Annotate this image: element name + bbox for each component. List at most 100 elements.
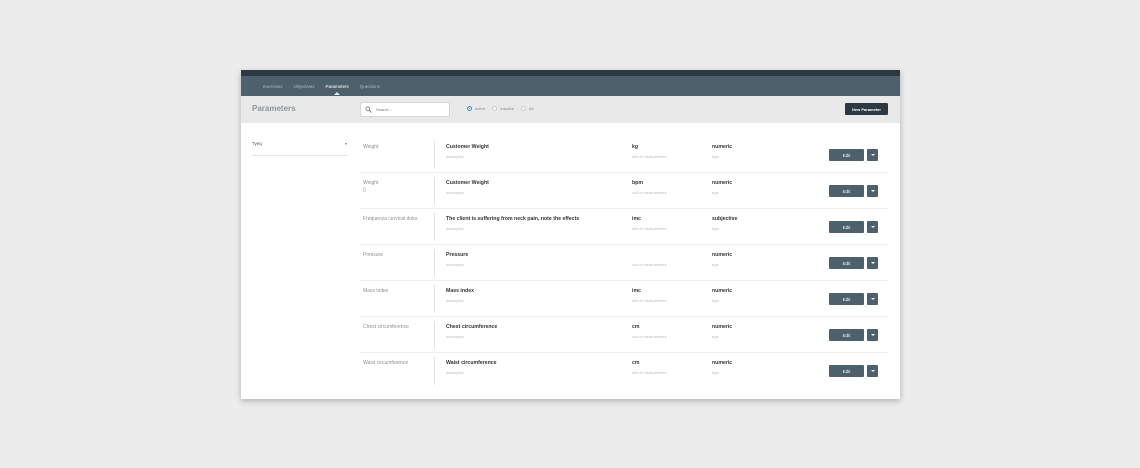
- type-filter-select[interactable]: Tyeq ▾: [252, 137, 347, 156]
- radio-active[interactable]: active: [467, 106, 485, 111]
- unit-caption: unit of measurement: [632, 299, 667, 303]
- parameter-unit: kg: [632, 144, 639, 150]
- radio-all[interactable]: All: [521, 106, 533, 111]
- parameter-description: description: [446, 299, 465, 303]
- parameter-unit: imc: [632, 216, 641, 222]
- parameter-label: Mass index: [446, 288, 474, 294]
- toolbar: Parameters active inactive All New Param…: [241, 96, 900, 123]
- parameter-description: description: [446, 371, 465, 375]
- parameter-description: description: [446, 335, 465, 339]
- parameter-type: numeric: [712, 252, 733, 258]
- app-window: Exercises Objectives Parameters Question…: [241, 70, 900, 399]
- type-caption: type: [712, 227, 720, 231]
- divider: [434, 357, 435, 385]
- type-caption: type: [712, 155, 720, 159]
- caret-down-icon: [870, 262, 875, 264]
- parameter-description: description: [446, 227, 465, 231]
- parameter-label: Pressure: [446, 252, 469, 258]
- filter-label: Tyeq: [252, 141, 262, 146]
- parameter-name: Weight: [363, 144, 379, 150]
- nav-tab-questions[interactable]: Questions: [360, 84, 380, 89]
- parameter-type: subjective: [712, 216, 738, 222]
- nav-tab-parameters[interactable]: Parameters: [326, 84, 349, 95]
- radio-dot: [521, 106, 527, 111]
- radio-dot: [467, 106, 472, 111]
- divider: [434, 141, 435, 169]
- parameter-name: Mass index: [363, 288, 389, 294]
- parameter-label: Waist circumference: [446, 360, 497, 366]
- unit-caption: unit of measurement: [632, 155, 667, 159]
- parameter-type: numeric: [712, 360, 733, 366]
- main-content: Tyeq ▾ Weight Customer Weight description k…: [241, 123, 900, 399]
- parameter-row: Waist circumference Waist circumference de…: [360, 353, 889, 389]
- caret-down-icon: [870, 298, 875, 300]
- search-box[interactable]: [360, 102, 450, 117]
- edit-button[interactable]: Edit: [829, 293, 864, 305]
- caret-down-icon: [870, 334, 875, 336]
- parameter-row: Pressure Pressure description unit of measu…: [360, 245, 889, 281]
- parameter-unit: cm: [632, 360, 640, 366]
- parameter-name: Chest circumference: [363, 324, 409, 330]
- parameter-type: numeric: [712, 324, 733, 330]
- radio-label: inactive: [500, 106, 515, 111]
- chevron-down-icon: ▾: [344, 141, 347, 146]
- main-nav: Exercises Objectives Parameters Question…: [241, 76, 900, 96]
- parameter-description: description: [446, 155, 465, 159]
- parameter-row: Mass index Mass index description imc unit o…: [360, 281, 889, 317]
- parameter-type: numeric: [712, 180, 733, 186]
- parameter-label: Customer Weight: [446, 144, 489, 150]
- parameter-unit: bpm: [632, 180, 643, 186]
- edit-button[interactable]: Edit: [829, 185, 864, 197]
- divider: [434, 321, 435, 349]
- dropdown-toggle-button[interactable]: [867, 185, 878, 197]
- edit-button[interactable]: Edit: [829, 149, 864, 161]
- edit-button[interactable]: Edit: [829, 257, 864, 269]
- unit-caption: unit of measurement: [632, 335, 667, 339]
- nav-tab-objectives[interactable]: Objectives: [294, 84, 315, 89]
- parameter-name: Pressure: [363, 252, 384, 258]
- parameter-name: Weight: [363, 180, 379, 186]
- parameter-description: description: [446, 263, 465, 267]
- parameter-row: Weight Customer Weight description kg unit o…: [360, 137, 889, 173]
- search-icon: [365, 106, 372, 113]
- caret-down-icon: [870, 370, 875, 372]
- divider: [434, 177, 435, 205]
- new-parameter-button[interactable]: New Parameter: [845, 103, 888, 115]
- parameter-row: Weight ▯ Customer Weight description bpm unit…: [360, 173, 889, 209]
- nav-tab-exercises[interactable]: Exercises: [263, 84, 283, 89]
- parameter-unit: cm: [632, 324, 640, 330]
- radio-label: All: [529, 106, 534, 111]
- dropdown-toggle-button[interactable]: [867, 221, 878, 233]
- divider: [434, 213, 435, 241]
- parameter-unit: imc: [632, 288, 641, 294]
- status-filter: active inactive All: [467, 106, 540, 111]
- unit-caption: unit of measurement: [632, 191, 667, 195]
- dropdown-toggle-button[interactable]: [867, 293, 878, 305]
- dropdown-toggle-button[interactable]: [867, 149, 878, 161]
- parameter-label: The client is suffering from neck pain, …: [446, 216, 580, 222]
- radio-dot: [492, 106, 498, 111]
- dropdown-toggle-button[interactable]: [867, 257, 878, 269]
- edit-button[interactable]: Edit: [829, 221, 864, 233]
- search-input[interactable]: [376, 107, 446, 112]
- caret-down-icon: [870, 154, 875, 156]
- parameter-name: Frequenza cervical dolor: [363, 216, 418, 222]
- edit-button[interactable]: Edit: [829, 365, 864, 377]
- divider: [434, 285, 435, 313]
- dropdown-toggle-button[interactable]: [867, 329, 878, 341]
- unit-caption: unit of measurement: [632, 371, 667, 375]
- edit-button[interactable]: Edit: [829, 329, 864, 341]
- unit-caption: unit of measurement: [632, 263, 667, 267]
- type-caption: type: [712, 299, 720, 303]
- page-title: Parameters: [252, 104, 296, 113]
- parameter-row: Frequenza cervical dolor The client is su…: [360, 209, 889, 245]
- unit-caption: unit of measurement: [632, 227, 667, 231]
- parameter-row: Chest circumference Chest circumference de…: [360, 317, 889, 353]
- parameter-label: Customer Weight: [446, 180, 489, 186]
- radio-inactive[interactable]: inactive: [492, 106, 514, 111]
- type-caption: type: [712, 263, 720, 267]
- dropdown-toggle-button[interactable]: [867, 365, 878, 377]
- radio-label: active: [475, 106, 486, 111]
- clipboard-icon: ▯: [363, 187, 366, 193]
- parameter-name: Waist circumference: [363, 360, 409, 366]
